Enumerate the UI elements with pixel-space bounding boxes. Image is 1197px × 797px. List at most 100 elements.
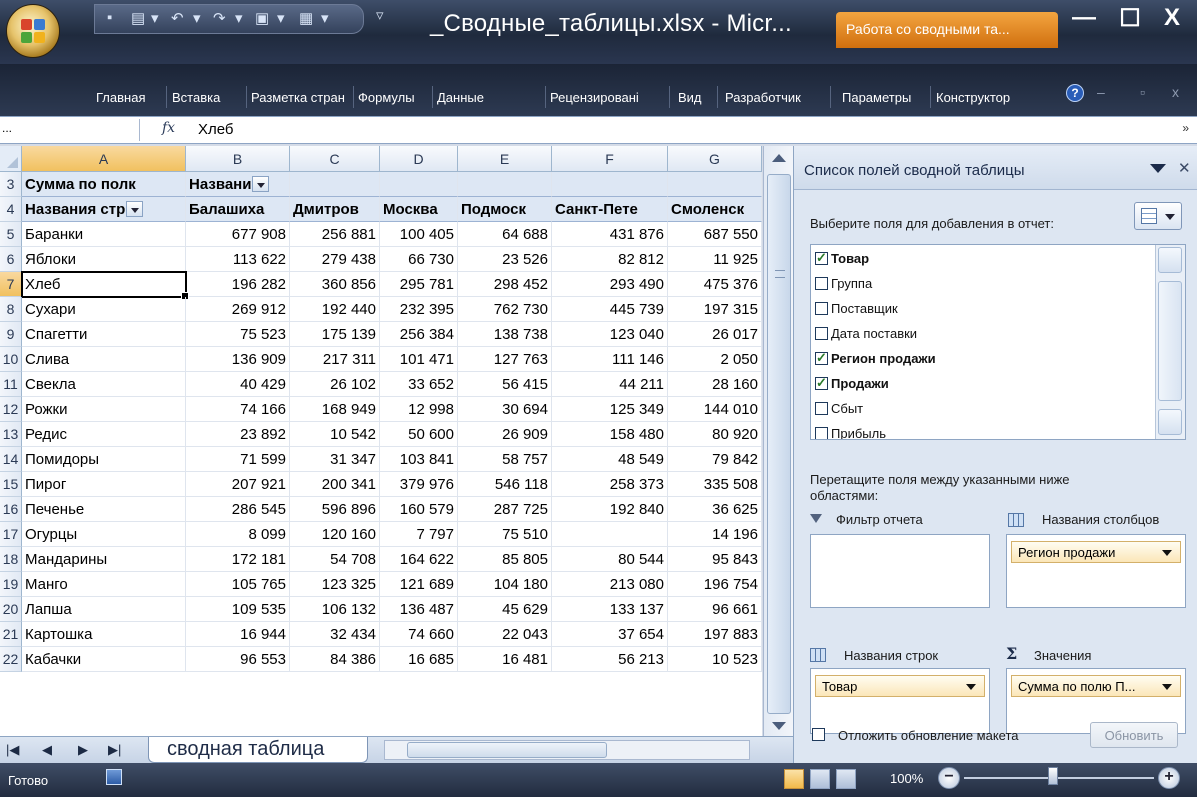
tab-page-layout[interactable]: Разметка стран	[251, 90, 353, 105]
row-header[interactable]: 22	[0, 647, 22, 672]
row-header[interactable]: 3	[0, 172, 22, 197]
value-cell[interactable]: 762 730	[458, 297, 552, 322]
value-cell[interactable]: 232 395	[380, 297, 458, 322]
sheet-tab-active[interactable]: сводная таблица	[148, 737, 368, 763]
row-label-cell[interactable]: Лапша	[22, 597, 186, 622]
value-cell[interactable]: 85 805	[458, 547, 552, 572]
field-item[interactable]: Дата поставки	[815, 326, 917, 350]
horizontal-scroll-thumb[interactable]	[407, 742, 607, 758]
value-cell[interactable]: 40 429	[186, 372, 290, 397]
value-cell[interactable]: 213 080	[552, 572, 668, 597]
value-cell[interactable]: 14 196	[668, 522, 762, 547]
value-cell[interactable]: 79 842	[668, 447, 762, 472]
value-cell[interactable]: 197 883	[668, 622, 762, 647]
value-cell[interactable]: 105 765	[186, 572, 290, 597]
minimize-button[interactable]: —	[1064, 4, 1104, 32]
value-cell[interactable]: 23 892	[186, 422, 290, 447]
row-label-cell[interactable]: Спагетти	[22, 322, 186, 347]
row-header[interactable]: 6	[0, 247, 22, 272]
value-cell[interactable]: 84 386	[290, 647, 380, 672]
dropdown-icon[interactable]: ▾	[193, 9, 201, 27]
value-cell[interactable]: 293 490	[552, 272, 668, 297]
column-label-cell[interactable]: Санкт-Пете	[552, 197, 668, 222]
normal-view-icon[interactable]	[784, 769, 804, 789]
row-label-cell[interactable]: Помидоры	[22, 447, 186, 472]
name-box[interactable]: ...	[0, 119, 140, 141]
column-label-cell[interactable]: Дмитров	[290, 197, 380, 222]
value-cell[interactable]: 431 876	[552, 222, 668, 247]
column-label-cell[interactable]: Москва	[380, 197, 458, 222]
scroll-down-button[interactable]	[1158, 409, 1182, 435]
customize-toolbar-icon[interactable]: ▿	[376, 6, 384, 24]
page-break-view-icon[interactable]	[836, 769, 856, 789]
field-checkbox[interactable]	[815, 302, 828, 315]
value-cell[interactable]: 64 688	[458, 222, 552, 247]
value-cell[interactable]: 22 043	[458, 622, 552, 647]
row-header[interactable]: 11	[0, 372, 22, 397]
column-header[interactable]: F	[552, 146, 668, 172]
report-filter-area[interactable]	[810, 534, 990, 608]
row-labels-header[interactable]: Названия стр	[22, 197, 186, 222]
field-checkbox[interactable]	[815, 277, 828, 290]
row-header[interactable]: 7	[0, 272, 22, 297]
field-checkbox[interactable]	[815, 427, 828, 439]
value-cell[interactable]: 445 739	[552, 297, 668, 322]
value-cell[interactable]: 48 549	[552, 447, 668, 472]
values-field-pill[interactable]: Сумма по полю П...	[1011, 675, 1181, 697]
value-cell[interactable]: 106 132	[290, 597, 380, 622]
zoom-slider-thumb[interactable]	[1048, 767, 1058, 785]
value-cell[interactable]: 286 545	[186, 497, 290, 522]
scroll-up-icon[interactable]	[772, 154, 786, 162]
value-cell[interactable]: 256 881	[290, 222, 380, 247]
field-item[interactable]: Сбыт	[815, 401, 863, 425]
value-cell[interactable]: 96 661	[668, 597, 762, 622]
row-label-cell[interactable]: Печенье	[22, 497, 186, 522]
value-cell[interactable]: 33 652	[380, 372, 458, 397]
panel-close-icon[interactable]: ✕	[1178, 159, 1191, 177]
value-cell[interactable]: 16 481	[458, 647, 552, 672]
next-sheet-icon[interactable]: ▶	[78, 742, 88, 758]
column-header[interactable]: B	[186, 146, 290, 172]
value-cell[interactable]: 23 526	[458, 247, 552, 272]
tab-data[interactable]: Данные	[437, 90, 503, 105]
custom-tool-icon[interactable]: ▤	[131, 9, 145, 27]
row-label-cell[interactable]: Огурцы	[22, 522, 186, 547]
value-cell[interactable]: 175 139	[290, 322, 380, 347]
value-cell[interactable]: 258 373	[552, 472, 668, 497]
value-cell[interactable]: 56 213	[552, 647, 668, 672]
value-cell[interactable]: 31 347	[290, 447, 380, 472]
value-cell[interactable]: 123 325	[290, 572, 380, 597]
value-cell[interactable]: 138 738	[458, 322, 552, 347]
help-icon[interactable]: ?	[1066, 84, 1084, 102]
value-cell[interactable]: 127 763	[458, 347, 552, 372]
worksheet-grid[interactable]: A B C D E F G 3 Сумма по полк Названи 4 Названия ст…	[0, 146, 762, 736]
panel-menu-icon[interactable]	[1150, 164, 1166, 173]
value-cell[interactable]: 160 579	[380, 497, 458, 522]
column-labels-area[interactable]: Регион продажи	[1006, 534, 1186, 608]
office-button[interactable]	[6, 4, 60, 58]
row-label-cell[interactable]: Сухари	[22, 297, 186, 322]
select-all-button[interactable]	[0, 146, 22, 172]
value-cell[interactable]: 687 550	[668, 222, 762, 247]
row-header[interactable]: 8	[0, 297, 22, 322]
value-cell[interactable]: 36 625	[668, 497, 762, 522]
value-cell[interactable]: 269 912	[186, 297, 290, 322]
column-header[interactable]: E	[458, 146, 552, 172]
print-preview-icon[interactable]: ▣	[255, 9, 269, 27]
last-sheet-icon[interactable]: ▶|	[108, 742, 121, 758]
value-cell[interactable]: 101 471	[380, 347, 458, 372]
row-header[interactable]: 9	[0, 322, 22, 347]
value-cell[interactable]: 298 452	[458, 272, 552, 297]
value-cell[interactable]: 2 050	[668, 347, 762, 372]
zoom-level[interactable]: 100%	[890, 771, 923, 786]
column-header[interactable]: A	[22, 146, 186, 172]
value-cell[interactable]: 158 480	[552, 422, 668, 447]
value-cell[interactable]: 71 599	[186, 447, 290, 472]
row-filter-dropdown-icon[interactable]	[126, 201, 144, 217]
value-cell[interactable]: 7 797	[380, 522, 458, 547]
pivot-column-labels-header[interactable]: Названи	[186, 172, 290, 197]
horizontal-scrollbar[interactable]	[384, 740, 750, 760]
scroll-down-icon[interactable]	[772, 722, 786, 730]
value-cell[interactable]: 121 689	[380, 572, 458, 597]
value-cell[interactable]: 200 341	[290, 472, 380, 497]
